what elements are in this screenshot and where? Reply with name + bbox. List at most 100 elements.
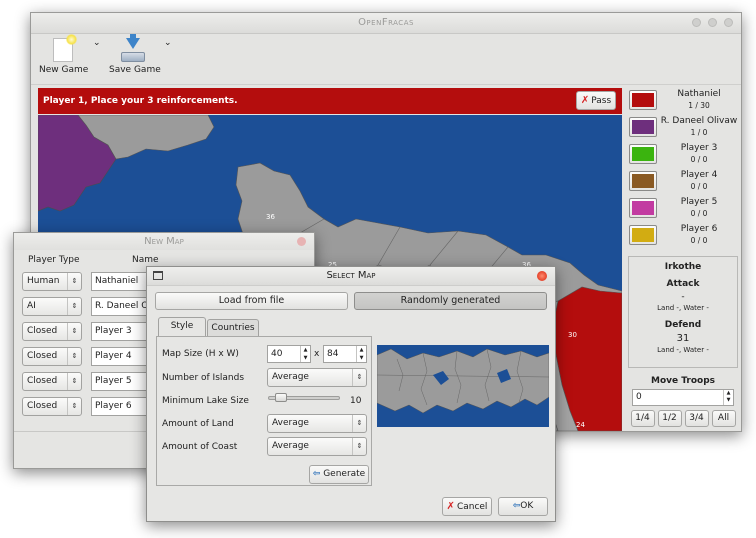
player-color-swatch[interactable] (629, 225, 657, 245)
player-name: Player 5 (680, 197, 718, 207)
player-color-swatch[interactable] (629, 171, 657, 191)
spin-arrows-icon[interactable]: ▲ ▼ (356, 346, 366, 362)
move-troops-panel: Move Troops 0 ▲ ▼ 1/4 1/2 3/4 All (628, 376, 738, 427)
map-width-value: 84 (327, 349, 339, 359)
map-height-input[interactable]: 40 ▲ ▼ (267, 345, 311, 363)
move-troops-label: Move Troops (651, 376, 715, 386)
new-map-close-button[interactable] (297, 237, 306, 246)
spin-arrows-icon[interactable]: ▲ ▼ (300, 346, 310, 362)
map-width-input[interactable]: 84 ▲ ▼ (323, 345, 367, 363)
select-arrows-icon: ⇕ (67, 323, 81, 340)
player-type-select[interactable]: Closed ⇕ (22, 322, 82, 341)
window-controls (685, 18, 733, 30)
player-row: R. Daneel Olivaw 1 / 0 (625, 114, 739, 141)
select-arrows-icon: ⇕ (352, 438, 366, 455)
player-row: Player 4 0 / 0 (625, 168, 739, 195)
slider-handle[interactable] (275, 393, 287, 402)
status-banner: Player 1, Place your 3 reinforcements. ✗… (38, 88, 622, 114)
player-name: Player 6 (680, 224, 718, 234)
defend-value: 31 (676, 333, 690, 344)
player-name: Player 4 (680, 170, 718, 180)
attack-value: - (681, 292, 685, 302)
pass-button[interactable]: ✗ Pass (576, 91, 616, 110)
player-color-swatch[interactable] (629, 198, 657, 218)
coast-label: Amount of Coast (162, 442, 238, 452)
preview-land (377, 348, 549, 414)
cancel-button[interactable]: ✗ Cancel (442, 497, 492, 516)
select-arrows-icon: ⇕ (67, 273, 81, 290)
player-color-swatch[interactable] (629, 144, 657, 164)
player-color-swatch[interactable] (629, 117, 657, 137)
new-map-title: New Map (14, 233, 314, 250)
name-header: Name (132, 255, 159, 265)
generate-button[interactable]: ⇦ Generate (309, 465, 369, 484)
randomly-generated-button[interactable]: Randomly generated (354, 292, 547, 310)
player-type-value: Closed (27, 401, 58, 411)
new-game-button[interactable]: New Game (39, 34, 89, 75)
player-type-select[interactable]: Closed ⇕ (22, 397, 82, 416)
land-label: Amount of Land (162, 419, 234, 429)
select-arrows-icon: ⇕ (67, 348, 81, 365)
player-score: 0 / 0 (690, 155, 708, 164)
defend-detail: Land -, Water - (657, 346, 709, 354)
minimize-button[interactable] (692, 18, 701, 27)
player-type-value: Closed (27, 351, 58, 361)
cancel-label: Cancel (456, 502, 488, 512)
player-score: 1 / 0 (690, 128, 708, 137)
window-menu-icon[interactable] (153, 271, 163, 280)
lake-size-label: Minimum Lake Size (162, 396, 249, 406)
dialog-close-button[interactable] (537, 271, 547, 281)
player-score: 0 / 0 (690, 209, 708, 218)
half-button[interactable]: 1/2 (657, 410, 682, 427)
tab-countries[interactable]: Countries (207, 319, 259, 336)
pass-label: Pass (591, 96, 612, 106)
ok-button[interactable]: ⇦OK (498, 497, 548, 516)
map-label-36a: 36 (266, 213, 275, 221)
territory-info-panel: Irkothe Attack - Land -, Water - Defend … (628, 256, 738, 368)
close-button[interactable] (724, 18, 733, 27)
coast-value: Average (272, 441, 309, 451)
save-game-dropdown-icon[interactable]: ⌄ (164, 38, 172, 48)
player-type-value: Human (27, 276, 60, 286)
pass-x-icon: ✗ (580, 95, 590, 106)
maximize-button[interactable] (708, 18, 717, 27)
player-score: 0 / 0 (690, 236, 708, 245)
tab-style[interactable]: Style (158, 317, 206, 336)
land-value: Average (272, 418, 309, 428)
select-map-title: Select Map (147, 267, 555, 286)
select-arrows-icon: ⇕ (352, 369, 366, 386)
select-arrows-icon: ⇕ (67, 373, 81, 390)
move-troops-value: 0 (636, 392, 642, 402)
spin-arrows-icon[interactable]: ▲ ▼ (723, 390, 733, 405)
coast-select[interactable]: Average ⇕ (267, 437, 367, 456)
size-separator: x (314, 349, 320, 359)
select-arrows-icon: ⇕ (67, 298, 81, 315)
map-label-30: 30 (568, 331, 577, 339)
move-troops-input[interactable]: 0 ▲ ▼ (632, 389, 734, 406)
preview-svg (377, 348, 549, 414)
all-button[interactable]: All (711, 410, 736, 427)
player-row: Player 6 0 / 0 (625, 222, 739, 249)
generate-label: Generate (323, 469, 366, 479)
save-game-label: Save Game (109, 65, 161, 75)
player-type-value: AI (27, 301, 36, 311)
player-type-select[interactable]: Closed ⇕ (22, 347, 82, 366)
quarter-button[interactable]: 1/4 (630, 410, 655, 427)
player-color-swatch[interactable] (629, 90, 657, 110)
player-score: 1 / 30 (688, 101, 710, 110)
player-type-select[interactable]: AI ⇕ (22, 297, 82, 316)
save-game-button[interactable]: Save Game (109, 34, 161, 75)
new-game-label: New Game (39, 65, 89, 75)
land-select[interactable]: Average ⇕ (267, 414, 367, 433)
islands-select[interactable]: Average ⇕ (267, 368, 367, 387)
player-type-select[interactable]: Closed ⇕ (22, 372, 82, 391)
load-from-file-button[interactable]: Load from file (155, 292, 348, 310)
style-panel: Map Size (H x W) 40 ▲ ▼ x 84 ▲ ▼ Number of I… (156, 336, 372, 486)
attack-detail: Land -, Water - (657, 304, 709, 312)
player-type-select[interactable]: Human ⇕ (22, 272, 82, 291)
new-game-dropdown-icon[interactable]: ⌄ (93, 38, 101, 48)
lake-size-slider[interactable] (268, 393, 340, 402)
three-quarter-button[interactable]: 3/4 (684, 410, 709, 427)
player-type-value: Closed (27, 376, 58, 386)
player-name: Nathaniel (677, 89, 721, 99)
